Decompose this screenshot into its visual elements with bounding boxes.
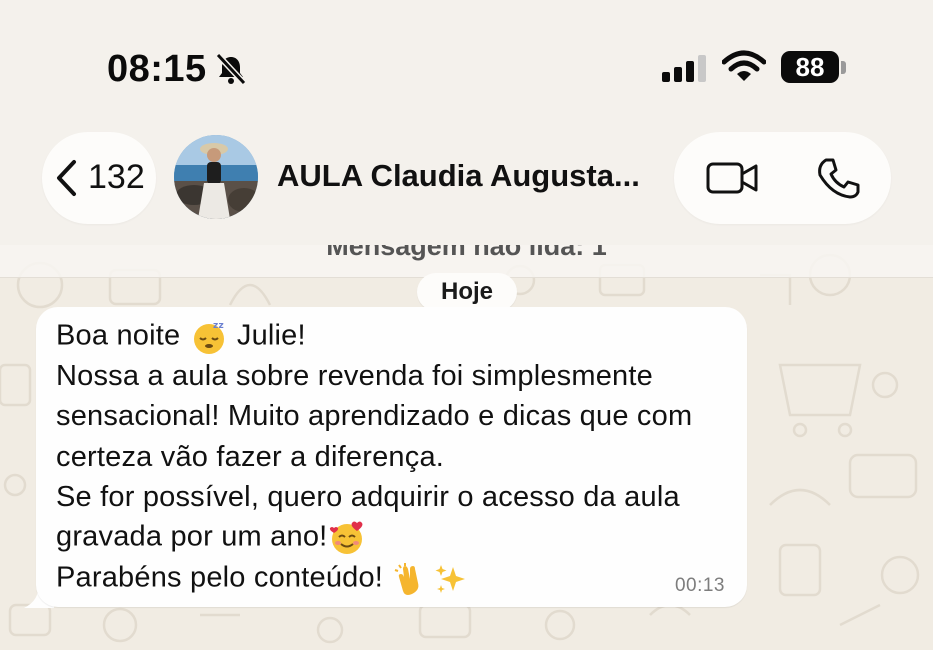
message-line-2: Nossa a aula sobre revenda foi simplesme… <box>56 360 653 392</box>
bell-slash-icon <box>215 52 247 86</box>
message-line-6: gravada por um ano! <box>56 520 367 556</box>
battery-icon: 88 <box>781 51 839 83</box>
wifi-icon <box>722 50 766 81</box>
sparkles-emoji <box>435 565 466 593</box>
svg-text:zz: zz <box>213 321 224 331</box>
avatar-photo <box>174 135 258 219</box>
unread-banner-text: Mensagem não lida: 1 <box>326 245 607 261</box>
battery-tip <box>841 61 846 74</box>
call-actions <box>674 132 891 224</box>
video-call-icon[interactable] <box>704 156 760 200</box>
message-bubble[interactable]: Boa noite zz Julie! Nossa a aula sobre r… <box>36 307 747 607</box>
clapping-hands-emoji <box>395 563 419 595</box>
message-line-3: sensacional! Muito aprendizado e dicas q… <box>56 400 693 432</box>
back-button[interactable]: 132 <box>42 132 156 224</box>
message-timestamp: 00:13 <box>674 575 725 596</box>
message-line-4: certeza vão fazer a diferença. <box>56 441 445 473</box>
message-line-5: Se for possível, quero adquirir o acesso… <box>56 481 680 513</box>
contact-name[interactable]: AULA Claudia Augusta... <box>277 158 640 194</box>
sleeping-face-emoji: zz <box>193 321 224 354</box>
phone-call-icon[interactable] <box>816 156 860 200</box>
cellular-signal-icon <box>662 55 706 82</box>
contact-avatar[interactable] <box>174 135 258 219</box>
message-line-1: Boa noite zz Julie! <box>56 319 306 355</box>
date-chip: Hoje <box>417 273 517 311</box>
chevron-left-icon <box>57 160 76 196</box>
message-line-7: Parabéns pelo conteúdo! <box>56 561 471 597</box>
status-time: 08:15 <box>107 48 207 90</box>
top-bar: 08:15 88 132 AULA Claudia Augusta... <box>0 0 933 245</box>
smiling-face-with-hearts-emoji <box>330 521 363 554</box>
unread-chats-count: 132 <box>88 158 145 196</box>
